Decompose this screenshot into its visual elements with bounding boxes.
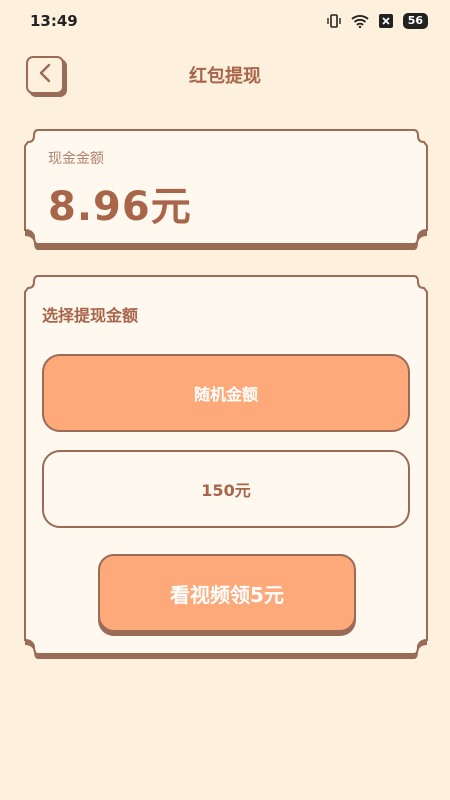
cash-card: 现金金额 8.96元 [24, 128, 428, 250]
status-icons: 56 [326, 13, 428, 29]
watch-video-button[interactable]: 看视频领5元 [98, 554, 356, 632]
cash-amount: 8.96元 [48, 184, 192, 230]
section-title: 选择提现金额 [42, 306, 139, 325]
status-bar: 13:49 56 [0, 0, 450, 44]
option-random-amount[interactable]: 随机金额 [42, 354, 410, 432]
page-title: 红包提现 [189, 66, 261, 87]
battery-icon: 56 [402, 13, 428, 29]
cash-label: 现金金额 [48, 151, 104, 167]
withdraw-card: 选择提现金额 随机金额 150元 看视频领5元 [24, 274, 428, 660]
vibrate-icon [326, 13, 341, 29]
no-sim-icon [378, 14, 393, 28]
status-time: 13:49 [30, 12, 78, 30]
option-label: 随机金额 [193, 385, 258, 404]
watch-video-label: 看视频领5元 [170, 582, 284, 607]
wifi-icon [351, 14, 369, 28]
option-label: 150元 [201, 481, 251, 500]
option-150-yuan[interactable]: 150元 [42, 450, 410, 528]
